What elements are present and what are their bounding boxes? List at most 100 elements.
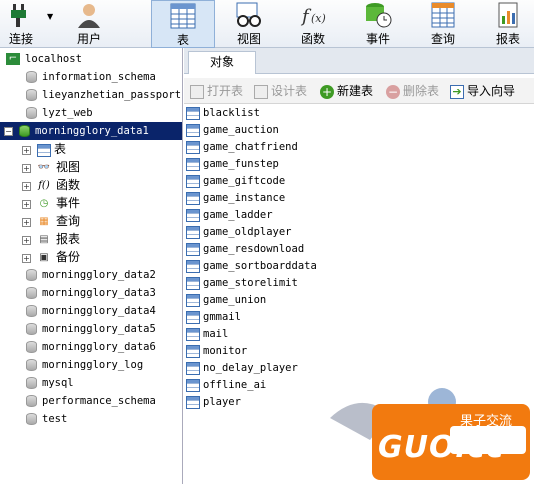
- table-item[interactable]: game_oldplayer: [186, 224, 292, 241]
- table-icon: [186, 140, 200, 154]
- table-name: game_oldplayer: [203, 226, 292, 238]
- table-item[interactable]: player: [186, 394, 241, 411]
- connection-node[interactable]: ⌐ localhost: [6, 50, 82, 68]
- object-node-events[interactable]: + ◷ 事件: [22, 194, 80, 212]
- report-label: 报表: [495, 32, 520, 46]
- function-label: 函数: [300, 32, 325, 46]
- watermark-logo-text: GUO.cc: [378, 430, 505, 465]
- table-item[interactable]: game_auction: [186, 122, 279, 139]
- database-name: morningglory_data4: [42, 305, 156, 317]
- table-item[interactable]: game_chatfriend: [186, 139, 298, 156]
- table-item[interactable]: mail: [186, 326, 228, 343]
- database-node[interactable]: morningglory_log: [26, 356, 143, 374]
- expand-icon[interactable]: +: [22, 163, 31, 173]
- database-node[interactable]: morningglory_data3: [26, 284, 156, 302]
- table-item[interactable]: gmmail: [186, 309, 241, 326]
- database-node-open[interactable]: − morningglory_data1: [0, 122, 182, 140]
- database-name: morningglory_data1: [35, 125, 149, 137]
- object-label: 函数: [56, 178, 81, 192]
- expand-icon[interactable]: +: [22, 235, 31, 245]
- database-node[interactable]: performance_schema: [26, 392, 156, 410]
- report-icon: [498, 2, 518, 28]
- tab-objects[interactable]: 对象: [188, 51, 256, 74]
- database-node[interactable]: information_schema: [26, 68, 156, 86]
- database-node[interactable]: mysql: [26, 374, 74, 392]
- database-icon: [26, 359, 37, 371]
- expand-icon[interactable]: +: [22, 217, 31, 227]
- table-name: game_instance: [203, 192, 286, 204]
- table-item[interactable]: offline_ai: [186, 377, 266, 394]
- main-toolbar: 连接 ▼ 用户 表 视图 f (x) 函数 事件 查询 报表: [0, 0, 534, 48]
- table-item[interactable]: game_ladder: [186, 207, 273, 224]
- function-button[interactable]: f (x) 函数: [287, 0, 339, 48]
- database-icon: [26, 89, 37, 101]
- import-wizard-button[interactable]: ➔ 导入向导: [450, 82, 515, 100]
- chevron-down-icon[interactable]: ▼: [47, 12, 53, 21]
- database-name: morningglory_data2: [42, 269, 156, 281]
- table-icon: [186, 293, 200, 307]
- tab-bar: 对象: [184, 48, 534, 74]
- table-item[interactable]: game_union: [186, 292, 266, 309]
- database-name: lieyanzhetian_passport: [42, 89, 182, 101]
- object-node-backups[interactable]: + ▣ 备份: [22, 248, 80, 266]
- import-icon: ➔: [450, 84, 464, 99]
- delete-icon: −: [386, 84, 400, 99]
- database-icon: [26, 323, 37, 335]
- expand-icon[interactable]: +: [22, 145, 31, 155]
- table-icon: [186, 259, 200, 273]
- design-table-button[interactable]: 设计表: [254, 82, 307, 100]
- collapse-icon[interactable]: −: [4, 126, 13, 136]
- delete-table-button[interactable]: − 删除表: [386, 82, 439, 100]
- object-node-queries[interactable]: + ▦ 查询: [22, 212, 80, 230]
- expand-icon[interactable]: +: [22, 199, 31, 209]
- connect-label: 连接: [8, 32, 33, 46]
- connect-button[interactable]: 连接: [0, 0, 42, 48]
- view-button[interactable]: 视图: [222, 0, 276, 48]
- object-node-reports[interactable]: + ▤ 报表: [22, 230, 80, 248]
- table-item[interactable]: game_instance: [186, 190, 285, 207]
- event-button[interactable]: 事件: [352, 0, 404, 48]
- table-name: blacklist: [203, 107, 260, 119]
- table-name: game_chatfriend: [203, 141, 298, 153]
- object-node-tables[interactable]: + 表: [22, 140, 66, 158]
- database-node[interactable]: morningglory_data2: [26, 266, 156, 284]
- user-button[interactable]: 用户: [62, 0, 116, 48]
- database-name: test: [42, 413, 68, 425]
- database-icon: [26, 71, 37, 83]
- table-button[interactable]: 表: [151, 0, 215, 48]
- table-icon: [186, 361, 200, 375]
- table-name: game_auction: [203, 124, 279, 136]
- new-table-button[interactable]: + 新建表: [320, 82, 373, 100]
- table-item[interactable]: game_storelimit: [186, 275, 298, 292]
- database-node[interactable]: morningglory_data6: [26, 338, 156, 356]
- database-node[interactable]: morningglory_data4: [26, 302, 156, 320]
- object-node-functions[interactable]: + f() 函数: [22, 176, 80, 194]
- table-item[interactable]: blacklist: [186, 105, 260, 122]
- open-table-button[interactable]: 打开表: [190, 82, 243, 100]
- table-icon: [186, 310, 200, 324]
- event-label: 事件: [365, 32, 390, 46]
- table-item[interactable]: game_resdownload: [186, 241, 304, 258]
- expand-icon[interactable]: +: [22, 253, 31, 263]
- table-item[interactable]: game_giftcode: [186, 173, 285, 190]
- table-item[interactable]: no_delay_player: [186, 360, 298, 377]
- database-node[interactable]: test: [26, 410, 67, 428]
- table-item[interactable]: monitor: [186, 343, 247, 360]
- report-button[interactable]: 报表: [482, 0, 534, 48]
- database-node[interactable]: morningglory_data5: [26, 320, 156, 338]
- expand-icon[interactable]: +: [22, 181, 31, 191]
- table-name: game_giftcode: [203, 175, 286, 187]
- table-item[interactable]: game_funstep: [186, 156, 279, 173]
- database-icon: [26, 287, 37, 299]
- table-icon: [186, 242, 200, 256]
- database-node[interactable]: lyzt_web: [26, 104, 93, 122]
- design-table-label: 设计表: [271, 84, 308, 98]
- query-button[interactable]: 查询: [417, 0, 469, 48]
- database-node[interactable]: lieyanzhetian_passport: [26, 86, 181, 104]
- table-icon: [186, 106, 200, 120]
- object-node-views[interactable]: + 👓 视图: [22, 158, 80, 176]
- event-clock-icon: [366, 3, 392, 28]
- table-icon: [186, 395, 200, 409]
- table-name: game_sortboarddata: [203, 260, 317, 272]
- table-item[interactable]: game_sortboarddata: [186, 258, 317, 275]
